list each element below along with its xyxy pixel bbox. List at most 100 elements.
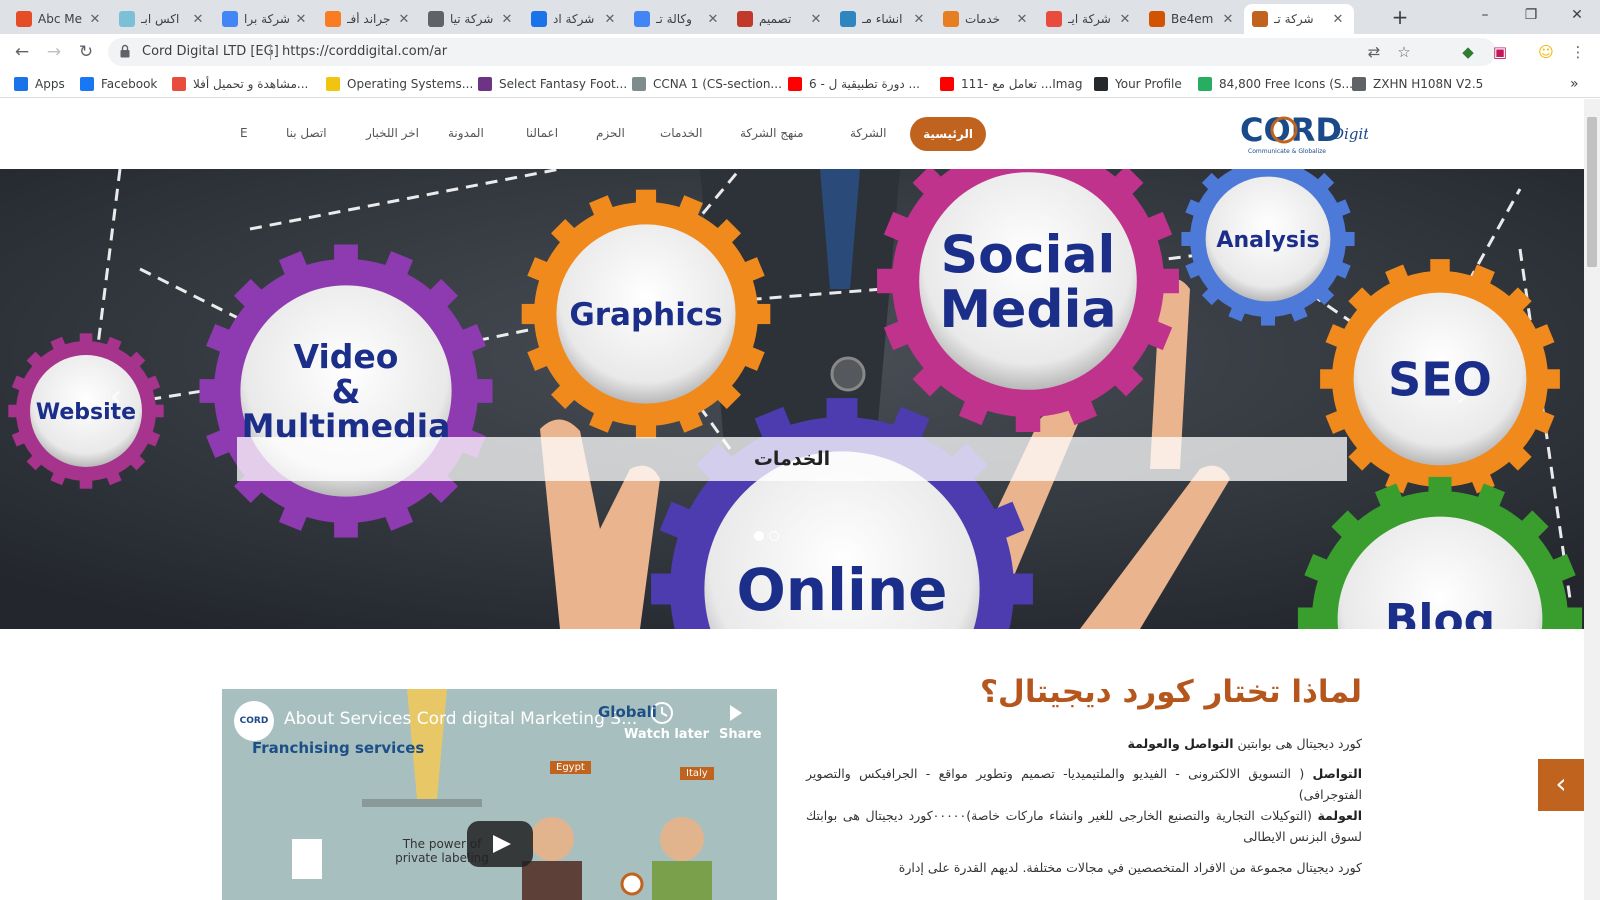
menu-icon[interactable]: ⋮ [1566,40,1590,64]
forward-button[interactable]: → [42,40,66,64]
browser-tab[interactable]: Abc Me ✕ [8,4,111,34]
play-button[interactable] [467,821,533,867]
nav-home-button[interactable]: الرئيسية [910,117,986,151]
hero-slider[interactable]: Website Video & Multimedia Graphics Social Med… [0,169,1584,629]
youtube-video-embed[interactable]: CORD About Services Cord digital Marketi… [222,689,777,900]
close-tab-icon[interactable]: ✕ [1117,12,1133,27]
watch-later-button[interactable]: Watch later [624,727,709,742]
tab-title: جراند أفـ [347,12,391,26]
video-text-franchising: Franchising services [252,739,425,757]
bookmark-favicon-icon [172,77,186,91]
close-tab-icon[interactable]: ✕ [1330,12,1346,27]
bookmark-item[interactable]: Select Fantasy Foot... [478,75,627,93]
close-tab-icon[interactable]: ✕ [396,12,412,27]
browser-tab[interactable]: تصميم ✕ [729,4,832,34]
page-scrollbar[interactable] [1584,99,1600,900]
scrollbar-thumb[interactable] [1587,117,1597,267]
translate-icon[interactable]: ⇄ [1362,40,1386,64]
gear-label: Video [294,337,399,376]
bookmark-item[interactable]: مشاهدة و تحميل أفلا... [172,75,308,93]
nav-item[interactable]: المدونة [448,126,484,140]
slider-dot[interactable] [754,531,764,541]
browser-tab[interactable]: شركة تـ ✕ [1244,4,1354,34]
restore-button[interactable]: ❐ [1508,0,1554,30]
video-title[interactable]: About Services Cord digital Marketing S.… [284,709,637,729]
bookmark-label: ZXHN H108N V2.5 [1373,77,1484,91]
close-tab-icon[interactable]: ✕ [602,12,618,27]
share-button[interactable]: Share [719,727,762,742]
bookmark-label: Your Profile [1115,77,1182,91]
tab-title: شركة تيا [450,12,494,26]
nav-item[interactable]: اعمالنا [526,126,558,140]
tab-favicon-icon [222,11,238,27]
web-page: الشركة منهج الشركة الخدمات الحزم اعمالنا المد… [0,99,1584,900]
bookmark-item[interactable]: Apps [14,75,65,93]
nav-item[interactable]: اخر اللخبار [366,126,419,140]
browser-tab[interactable]: شركة ايـ ✕ [1038,4,1141,34]
browser-tab[interactable]: وكالة تـ ✕ [626,4,729,34]
close-tab-icon[interactable]: ✕ [499,12,515,27]
slider-dot[interactable] [769,531,779,541]
browser-tab[interactable]: شركة تيا ✕ [420,4,523,34]
close-tab-icon[interactable]: ✕ [1014,12,1030,27]
gear-label: Blog [1385,595,1495,629]
bookmark-star-icon[interactable]: ☆ [1392,40,1416,64]
lock-icon[interactable] [120,44,130,58]
bookmark-item[interactable]: CCNA 1 (CS-section... [632,75,782,93]
close-tab-icon[interactable]: ✕ [190,12,206,27]
slider-prev-arrow[interactable]: ‹ [110,379,122,414]
gear: Graphics [521,189,771,439]
browser-tab[interactable]: اكس ابـ ✕ [111,4,214,34]
address-bar[interactable]: Cord Digital LTD [EG] https://corddigita… [108,38,1496,66]
browser-tab[interactable]: شركة اد ✕ [523,4,626,34]
bookmark-item[interactable]: ZXHN H108N V2.5 [1352,75,1483,93]
close-tab-icon[interactable]: ✕ [705,12,721,27]
bookmark-item[interactable]: 6 - دورة تطبيقية ل ... [788,75,920,93]
nav-item[interactable]: الشركة [850,126,886,140]
slider-next-arrow[interactable]: › [1456,379,1468,414]
tab-favicon-icon [840,11,856,27]
bookmark-item[interactable]: Your Profile [1094,75,1182,93]
close-tab-icon[interactable]: ✕ [808,12,824,27]
extension-icon[interactable]: ◆ [1456,40,1480,64]
extension-icon[interactable]: ▣ [1488,40,1512,64]
why-globalization: العولمة (التوكيلات التجارية والتصنيع الخ… [806,805,1362,847]
channel-logo[interactable]: CORD [234,701,274,741]
tab-title: شركة اد [553,12,595,26]
bookmark-item[interactable]: Facebook [80,75,157,93]
cord-digital-logo[interactable]: CORD Digital Communicate & Globalize [1238,109,1368,157]
back-button[interactable]: ← [10,40,34,64]
globalization-label: العولمة [1317,808,1362,823]
more-bookmarks-button[interactable]: » [1570,75,1579,93]
side-panel-toggle-button[interactable]: ‹ [1538,759,1584,811]
minimize-button[interactable]: – [1462,0,1508,30]
bookmark-favicon-icon [478,77,492,91]
new-tab-button[interactable]: + [1388,5,1412,29]
tab-favicon-icon [1252,11,1268,27]
globalization-text: (التوكيلات التجارية والتصنيع الخارجى للغ… [806,808,1362,844]
url-text[interactable]: https://corddigital.com/ar [282,44,447,59]
reload-button[interactable]: ↻ [74,40,98,64]
close-window-button[interactable]: ✕ [1554,0,1600,30]
video-label-italy: Italy [680,767,714,780]
bookmark-item[interactable]: Operating Systems... [326,75,473,93]
nav-item[interactable]: الحزم [596,126,625,140]
nav-item[interactable]: E [240,126,248,140]
nav-item[interactable]: اتصل بنا [286,126,327,140]
close-tab-icon[interactable]: ✕ [911,12,927,27]
close-tab-icon[interactable]: ✕ [293,12,309,27]
close-tab-icon[interactable]: ✕ [87,12,103,27]
bookmark-item[interactable]: 111- تعامل مع ...Imag [940,75,1082,93]
bookmark-label: 6 - دورة تطبيقية ل ... [809,77,920,91]
profile-avatar-icon[interactable]: ☺ [1534,40,1558,64]
address-divider [270,44,271,60]
browser-tab[interactable]: Be4em ✕ [1141,4,1244,34]
browser-tab[interactable]: انشاء مـ ✕ [832,4,935,34]
bookmark-item[interactable]: 84,800 Free Icons (S... [1198,75,1353,93]
browser-tab[interactable]: شركة برا ✕ [214,4,317,34]
browser-tab[interactable]: جراند أفـ ✕ [317,4,420,34]
nav-item[interactable]: منهج الشركة [740,126,804,140]
nav-item[interactable]: الخدمات [660,126,702,140]
close-tab-icon[interactable]: ✕ [1220,12,1236,27]
browser-tab[interactable]: خدمات ✕ [935,4,1038,34]
